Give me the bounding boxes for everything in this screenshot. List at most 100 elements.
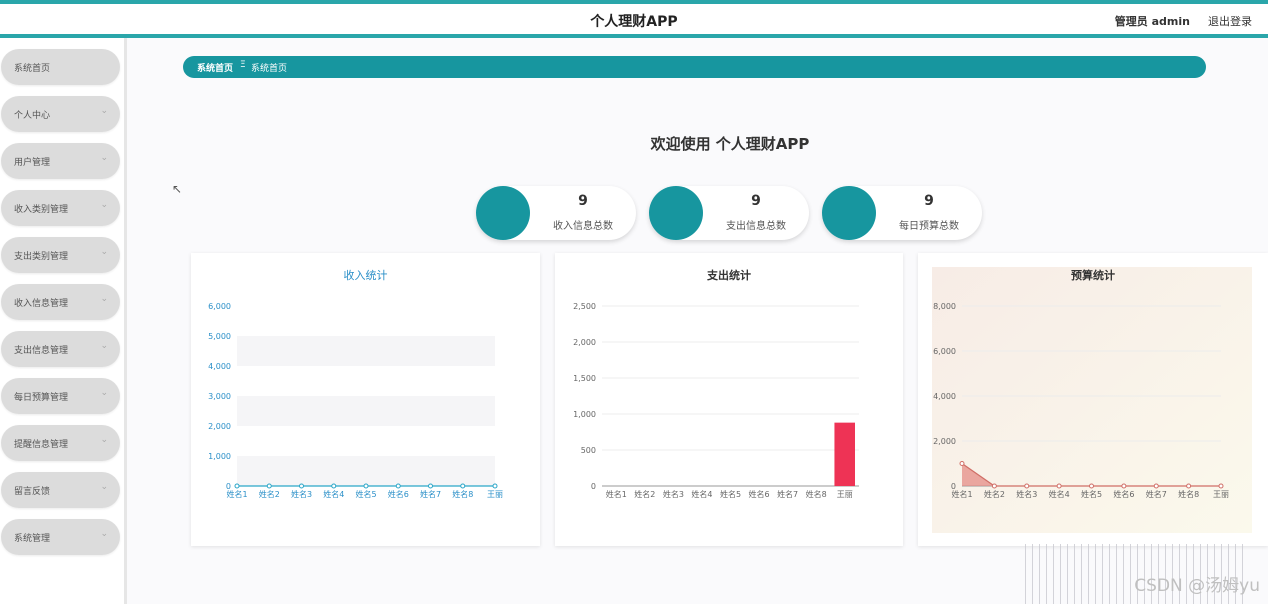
- y-tick-label: 0: [591, 482, 596, 491]
- sidebar-item[interactable]: 个人中心 ⌄: [1, 96, 120, 132]
- x-tick-label: 姓名4: [323, 489, 344, 499]
- stat-card-expense: 9 支出信息总数: [649, 186, 809, 240]
- sidebar-item[interactable]: 收入信息管理 ⌄: [1, 284, 120, 320]
- sidebar-item-label: 收入类别管理: [14, 205, 69, 215]
- stat-value: 9: [751, 193, 761, 209]
- data-point: [959, 461, 965, 466]
- data-point: [363, 483, 369, 489]
- chart-svg: 预算统计02,0004,0006,0008,000姓名1 姓名2 姓名3 姓名4 姓名5…: [932, 267, 1252, 533]
- x-tick-label: 姓名6: [1113, 489, 1134, 499]
- y-tick-label: 3,000: [208, 392, 231, 401]
- mouse-cursor-icon: ↖: [172, 182, 183, 196]
- x-tick-label: 姓名6: [749, 489, 770, 499]
- chevron-down-icon: ⌄: [100, 388, 108, 398]
- stat-value: 9: [924, 193, 934, 209]
- sidebar-item-label: 支出信息管理: [14, 346, 69, 356]
- x-tick-label: 姓名7: [420, 489, 441, 499]
- sidebar-item-label: 留言反馈: [14, 487, 51, 497]
- grid-stripe: [237, 336, 495, 366]
- sidebar: 系统首页 个人中心 ⌄ 用户管理 ⌄ 收入类别管理 ⌄ 支出类别管理 ⌄ 收入信息管理 ⌄ 支出信息管…: [0, 38, 127, 604]
- watermark: CSDN @汤姆yu: [1134, 576, 1260, 596]
- data-point: [460, 483, 466, 489]
- sidebar-item-label: 支出类别管理: [14, 252, 69, 262]
- chevron-down-icon: ⌄: [100, 529, 108, 539]
- data-point: [1089, 483, 1094, 489]
- sidebar-item-label: 系统首页: [14, 64, 51, 74]
- x-tick-label: 姓名8: [452, 489, 473, 499]
- sidebar-item[interactable]: 支出类别管理 ⌄: [1, 237, 120, 273]
- bar: [834, 422, 855, 486]
- breadcrumb-separator-icon: Ξ: [240, 60, 246, 70]
- y-tick-label: 1,000: [573, 410, 596, 419]
- chevron-down-icon: ⌄: [100, 294, 108, 304]
- chevron-down-icon: ⌄: [100, 153, 108, 163]
- stat-label: 每日预算总数: [899, 221, 959, 232]
- sidebar-item-label: 收入信息管理: [14, 299, 69, 309]
- stat-label: 支出信息总数: [726, 221, 786, 232]
- chart-svg: 收入统计01,0002,0003,0004,0005,0006,000姓名1 姓名…: [208, 268, 503, 499]
- sidebar-item-label: 个人中心: [14, 111, 51, 121]
- x-tick-label: 姓名2: [259, 489, 280, 499]
- sidebar-item[interactable]: 留言反馈 ⌄: [1, 472, 120, 508]
- breadcrumb-current: 系统首页: [251, 64, 288, 74]
- y-tick-label: 4,000: [933, 392, 956, 401]
- sidebar-item[interactable]: 系统管理 ⌄: [1, 519, 120, 555]
- sidebar-item-label: 用户管理: [14, 158, 51, 168]
- sidebar-item[interactable]: 系统首页: [1, 49, 120, 85]
- stat-circle-icon: [649, 186, 703, 240]
- stat-card-income: 9 收入信息总数: [476, 186, 636, 240]
- x-tick-label: 王丽: [487, 490, 503, 499]
- x-tick-label: 姓名5: [355, 489, 376, 499]
- grid-stripe: [237, 456, 495, 486]
- stat-circle-icon: [476, 186, 530, 240]
- x-tick-label: 姓名6: [388, 489, 409, 499]
- sidebar-item-label: 提醒信息管理: [14, 440, 69, 450]
- y-tick-label: 6,000: [208, 302, 231, 311]
- data-point: [1024, 483, 1030, 489]
- app-title: 个人理财APP: [590, 14, 678, 30]
- data-point: [1153, 483, 1159, 489]
- x-tick-label: 王丽: [837, 490, 853, 499]
- sidebar-item-label: 系统管理: [14, 534, 51, 544]
- x-tick-label: 姓名7: [1146, 489, 1167, 499]
- sidebar-item[interactable]: 用户管理 ⌄: [1, 143, 120, 179]
- stat-card-budget: 9 每日预算总数: [822, 186, 982, 240]
- data-point: [1121, 483, 1127, 489]
- chevron-down-icon: ⌄: [100, 106, 108, 116]
- x-tick-label: 姓名4: [1049, 489, 1070, 499]
- y-tick-label: 2,000: [933, 437, 956, 446]
- budget-chart-panel: 预算统计 0 2,000 4,000 6,000 8,000 姓名1 姓名2 姓名3 姓名4 姓名5…: [918, 253, 1268, 546]
- chevron-down-icon: ⌄: [100, 341, 108, 351]
- x-tick-label: 姓名7: [777, 489, 798, 499]
- data-point: [331, 483, 337, 489]
- sidebar-item-label: 每日预算管理: [14, 393, 69, 403]
- sidebar-item[interactable]: 支出信息管理 ⌄: [1, 331, 120, 367]
- x-tick-label: 姓名1: [606, 489, 627, 499]
- chevron-down-icon: ⌄: [100, 435, 108, 445]
- grid-stripe: [237, 396, 495, 426]
- data-point: [234, 483, 240, 489]
- data-point: [395, 483, 401, 489]
- x-tick-label: 姓名5: [720, 489, 741, 499]
- x-tick-label: 姓名4: [691, 489, 712, 499]
- x-tick-label: 姓名3: [1016, 489, 1037, 499]
- data-point: [428, 483, 433, 489]
- data-point: [492, 483, 498, 489]
- sidebar-item[interactable]: 收入类别管理 ⌄: [1, 190, 120, 226]
- welcome-title: 欢迎使用 个人理财APP: [650, 135, 810, 153]
- chart-title: 支出统计: [706, 268, 751, 282]
- stat-value: 9: [578, 193, 588, 209]
- x-tick-label: 姓名2: [634, 489, 655, 499]
- y-tick-label: 2,500: [573, 302, 596, 311]
- data-point: [1218, 483, 1224, 489]
- x-tick-label: 姓名1: [951, 489, 972, 499]
- expense-chart-panel: 支出统计 0 500 1,000 1,500 2,000 2,500 姓名1 姓名2 姓名3 姓名4…: [555, 253, 903, 546]
- admin-label: 管理员 admin: [1114, 15, 1190, 28]
- sidebar-item[interactable]: 提醒信息管理 ⌄: [1, 425, 120, 461]
- data-point: [1056, 483, 1062, 489]
- sidebar-item[interactable]: 每日预算管理 ⌄: [1, 378, 120, 414]
- chart-title: 收入统计: [344, 268, 388, 282]
- logout-link[interactable]: 退出登录: [1208, 13, 1252, 29]
- breadcrumb-home[interactable]: 系统首页: [197, 61, 233, 74]
- y-tick-label: 4,000: [208, 362, 231, 371]
